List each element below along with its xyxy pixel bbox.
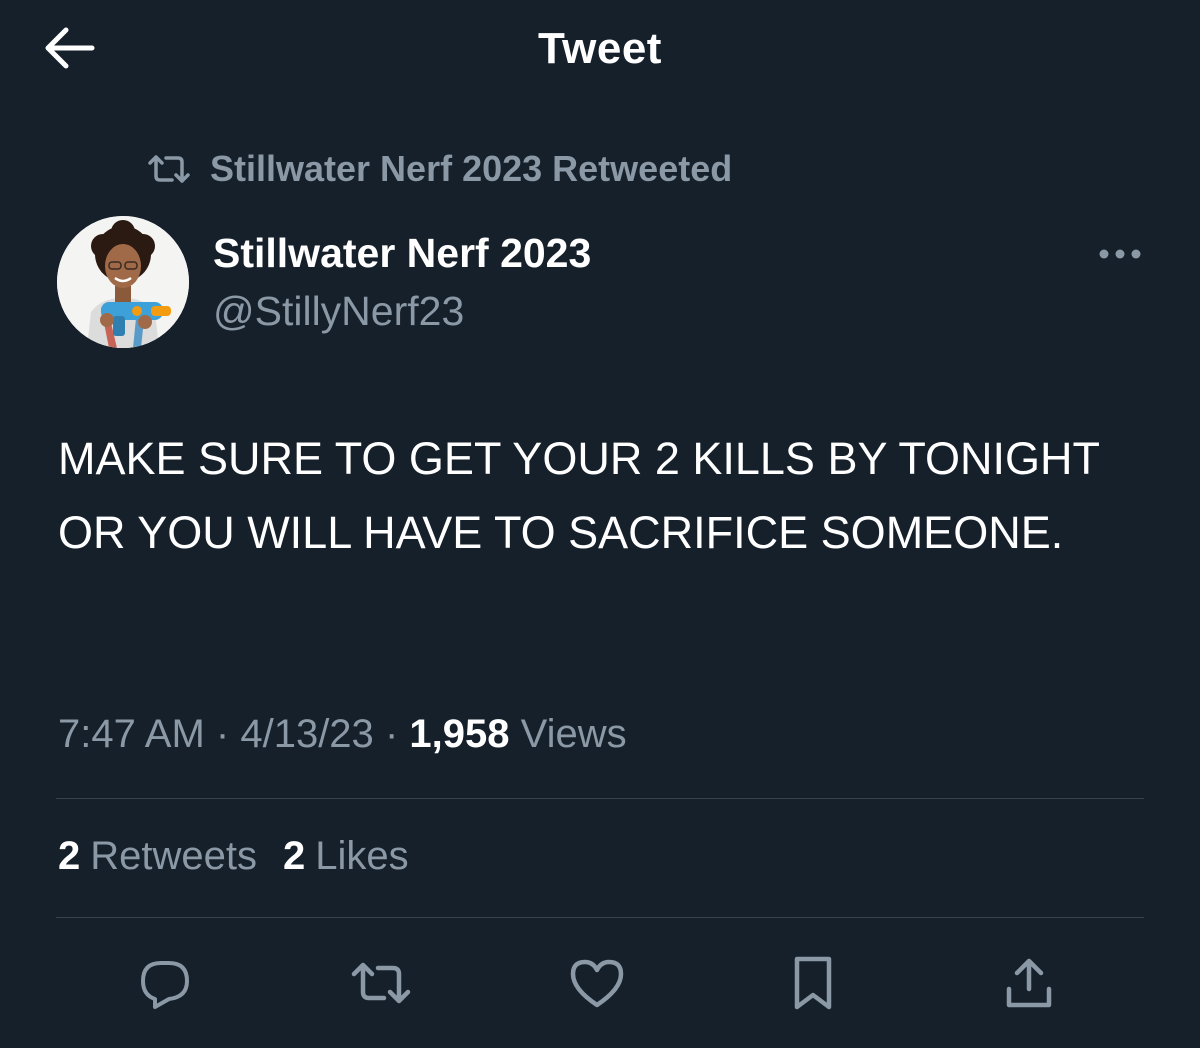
likes-count: 2 [283, 834, 306, 878]
author-handle[interactable]: @StillyNerf23 [213, 288, 464, 335]
heart-icon [570, 959, 624, 1008]
tweet-date: 4/13/23 [240, 712, 374, 756]
bookmark-icon [794, 956, 832, 1010]
divider [56, 798, 1144, 799]
reply-button[interactable] [130, 948, 200, 1018]
retweet-icon [146, 154, 192, 184]
views-label: Views [520, 712, 627, 756]
likes-stat[interactable]: 2 Likes [283, 834, 409, 879]
avatar-photo [57, 216, 189, 348]
divider [56, 917, 1144, 918]
page-title: Tweet [538, 24, 662, 73]
tweet-time: 7:47 AM [58, 712, 205, 756]
share-icon [1006, 958, 1052, 1008]
retweets-label: Retweets [90, 834, 257, 878]
meta-separator: · [384, 712, 399, 756]
engagement-stats: 2 Retweets 2 Likes [58, 834, 435, 879]
retweets-count: 2 [58, 834, 81, 878]
more-dots-icon [1099, 249, 1141, 259]
tweet-text: MAKE SURE TO GET YOUR 2 KILLS BY TONIGHT… [58, 433, 1100, 558]
more-options-button[interactable] [1092, 236, 1148, 272]
retweeted-by-label: Stillwater Nerf 2023 Retweeted [210, 148, 733, 189]
author-name[interactable]: Stillwater Nerf 2023 [213, 230, 591, 277]
action-bar [0, 940, 1200, 1030]
bookmark-button[interactable] [778, 948, 848, 1018]
retweet-button[interactable] [346, 948, 416, 1018]
retweets-stat[interactable]: 2 Retweets [58, 834, 257, 879]
retweeted-by-context[interactable]: Stillwater Nerf 2023 Retweeted [146, 148, 732, 190]
tweet-meta: 7:47 AM · 4/13/23 · 1,958 Views [58, 712, 627, 757]
views-count: 1,958 [409, 712, 510, 756]
share-button[interactable] [994, 948, 1064, 1018]
top-bar: Tweet [0, 0, 1200, 100]
likes-label: Likes [315, 834, 409, 878]
like-button[interactable] [562, 948, 632, 1018]
retweet-icon [351, 962, 411, 1004]
meta-separator: · [215, 712, 230, 756]
avatar[interactable] [57, 216, 189, 348]
reply-icon [141, 961, 189, 1009]
